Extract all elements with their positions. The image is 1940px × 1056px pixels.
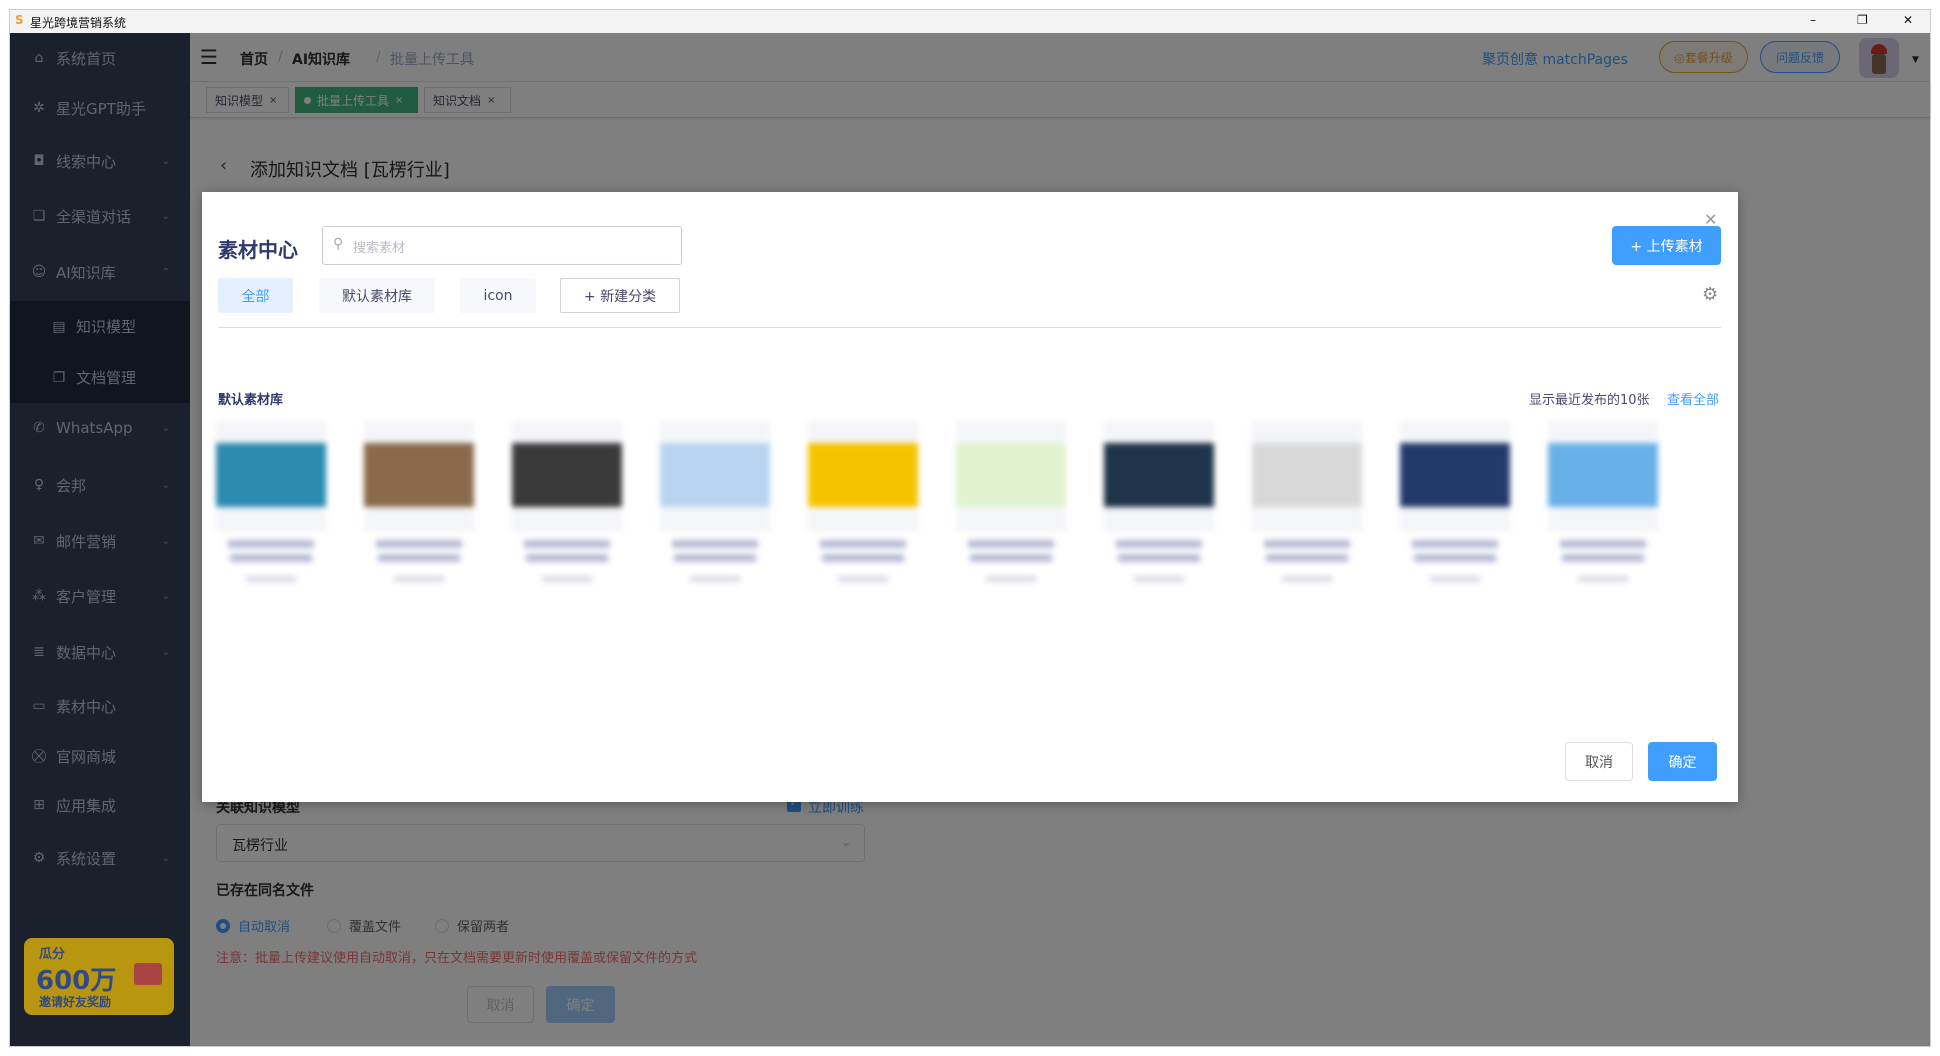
material-thumbnail xyxy=(1400,443,1510,507)
section-title: 默认素材库 xyxy=(218,393,284,408)
material-thumbnail xyxy=(1548,443,1658,507)
material-caption-blurred xyxy=(956,536,1066,596)
invite-banner[interactable]: 瓜分 600万 邀请好友奖励 xyxy=(24,938,174,1015)
material-card[interactable] xyxy=(216,421,326,532)
modal-cancel-button[interactable]: 取消 xyxy=(1565,742,1633,781)
modal-title: 素材中心 xyxy=(218,238,298,262)
material-card[interactable] xyxy=(660,421,770,532)
tab-all[interactable]: 全部 xyxy=(218,278,293,313)
material-thumbnail xyxy=(216,443,326,507)
material-thumbnail xyxy=(660,443,770,507)
minimize-button[interactable]: – xyxy=(1810,13,1816,27)
app-logo-icon: S xyxy=(15,13,24,27)
material-card[interactable] xyxy=(364,421,474,532)
divider xyxy=(218,327,1721,328)
material-thumbnail xyxy=(364,443,474,507)
material-caption-blurred xyxy=(216,536,326,596)
gift-icon xyxy=(134,963,162,985)
material-caption-blurred xyxy=(808,536,918,596)
settings-gear-icon[interactable]: ⚙ xyxy=(1702,284,1718,305)
material-caption-blurred xyxy=(1252,536,1362,596)
search-input[interactable]: ⚲ 搜索素材 xyxy=(322,226,682,265)
material-caption-blurred xyxy=(1104,536,1214,596)
material-caption-blurred xyxy=(364,536,474,596)
material-caption-blurred xyxy=(1400,536,1510,596)
recent-count-text: 显示最近发布的10张 xyxy=(1529,393,1650,408)
view-all-link[interactable]: 查看全部 xyxy=(1667,389,1719,408)
material-caption-blurred xyxy=(660,536,770,596)
material-thumbnail xyxy=(512,443,622,507)
window-title: 星光跨境营销系统 xyxy=(30,16,127,30)
modal-confirm-button[interactable]: 确定 xyxy=(1648,742,1717,781)
material-card[interactable] xyxy=(1548,421,1658,532)
material-card[interactable] xyxy=(1400,421,1510,532)
material-thumbnail xyxy=(808,443,918,507)
tab-default-library[interactable]: 默认素材库 xyxy=(319,278,435,313)
material-card[interactable] xyxy=(512,421,622,532)
maximize-button[interactable]: ❐ xyxy=(1857,13,1868,27)
material-card[interactable] xyxy=(808,421,918,532)
banner-line2: 600万 xyxy=(36,966,117,996)
material-center-modal: 素材中心 ⚲ 搜索素材 全部 默认素材库 icon + 新建分类 ✕ + 上传素… xyxy=(202,192,1738,802)
search-icon: ⚲ xyxy=(333,236,344,252)
upload-material-button[interactable]: + 上传素材 xyxy=(1612,226,1721,265)
banner-line3: 邀请好友奖励 xyxy=(39,995,112,1009)
material-caption-blurred xyxy=(1548,536,1658,596)
material-thumbnail xyxy=(956,443,1066,507)
tab-icon[interactable]: icon xyxy=(460,278,536,313)
material-card[interactable] xyxy=(1252,421,1362,532)
material-thumbnail xyxy=(1252,443,1362,507)
close-window-button[interactable]: ✕ xyxy=(1903,13,1913,27)
material-caption-blurred xyxy=(512,536,622,596)
title-bar: S 星光跨境营销系统 – ❐ ✕ xyxy=(10,10,1930,33)
material-thumbnail xyxy=(1104,443,1214,507)
material-card[interactable] xyxy=(956,421,1066,532)
new-category-button[interactable]: + 新建分类 xyxy=(560,278,680,313)
material-card[interactable] xyxy=(1104,421,1214,532)
